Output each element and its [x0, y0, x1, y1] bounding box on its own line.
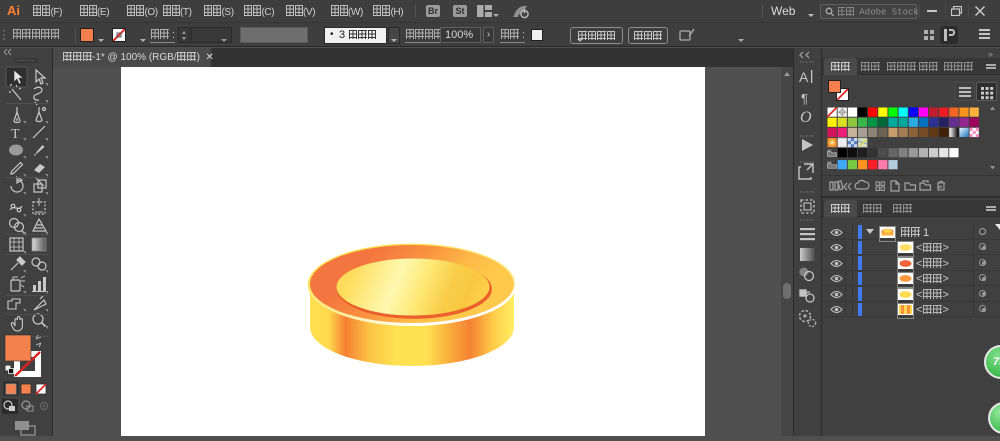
- svg-text:T: T: [11, 127, 20, 142]
- svg-text:O: O: [800, 109, 812, 126]
- svg-text:¶: ¶: [801, 91, 808, 106]
- svg-text:A: A: [799, 69, 809, 85]
